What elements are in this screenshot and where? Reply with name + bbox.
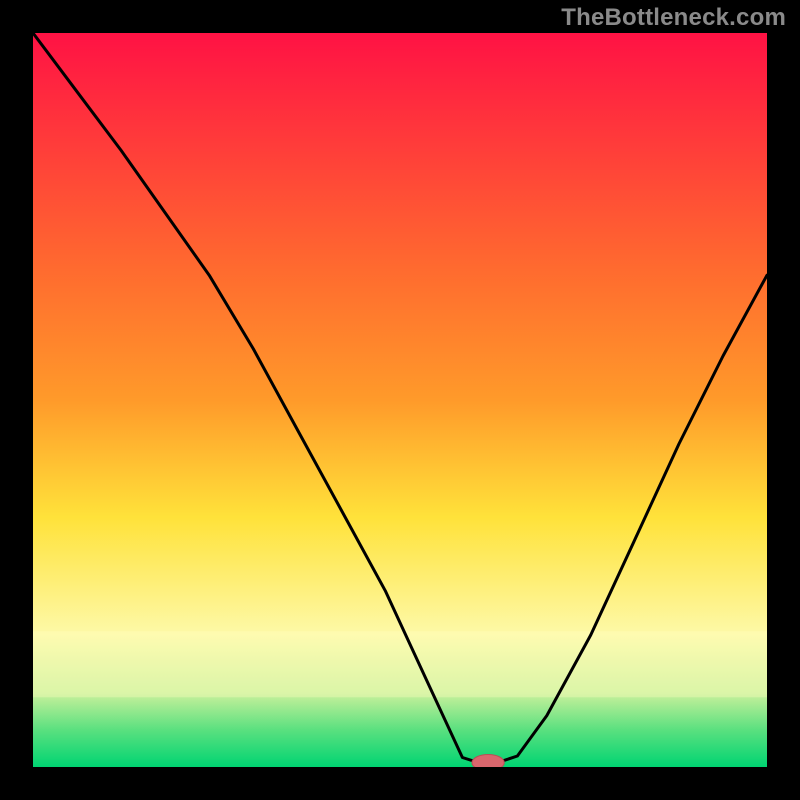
bottleneck-chart-svg	[33, 33, 767, 767]
optimal-point-marker	[472, 755, 504, 768]
chart-frame: TheBottleneck.com	[0, 0, 800, 800]
plot-area	[33, 33, 767, 767]
watermark-text: TheBottleneck.com	[561, 4, 786, 32]
